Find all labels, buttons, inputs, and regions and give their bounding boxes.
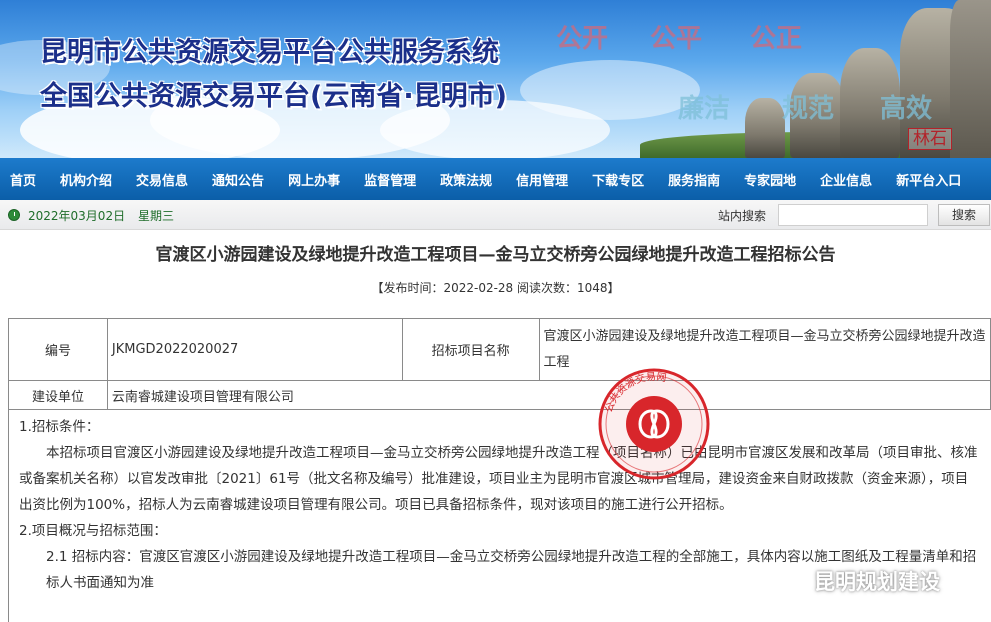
nav-item-notices[interactable]: 通知公告	[212, 170, 264, 189]
code-label: 编号	[8, 318, 108, 381]
search-label: 站内搜索	[718, 209, 767, 223]
nav-item-supervision[interactable]: 监督管理	[364, 170, 416, 189]
nav-item-credit[interactable]: 信用管理	[516, 170, 568, 189]
slogan-text: 公开	[556, 24, 609, 54]
slogan-text: 公平	[650, 24, 703, 54]
site-title: 昆明市公共资源交易平台公共服务系统	[40, 37, 499, 68]
date-search-bar: 2022年03月02日 星期三 站内搜索 搜索	[0, 200, 991, 230]
project-name-label: 招标项目名称	[401, 318, 540, 381]
article-body: 1.招标条件： 本招标项目官渡区小游园建设及绿地提升改造工程项目—金马立交桥旁公…	[8, 409, 991, 622]
nav-item-experts[interactable]: 专家园地	[744, 170, 796, 189]
nav-item-new-platform[interactable]: 新平台入口	[896, 170, 961, 189]
stone-forest-rock	[745, 98, 785, 158]
project-info-table: 编号 JKMGD2022020027 招标项目名称 官渡区小游园建设及绿地提升改…	[8, 318, 991, 410]
site-subtitle: 全国公共资源交易平台(云南省·昆明市)	[40, 81, 507, 112]
nav-item-guide[interactable]: 服务指南	[668, 170, 720, 189]
section1-heading: 1.招标条件：	[19, 419, 100, 435]
banner-cloud	[520, 60, 700, 120]
current-weekday: 星期三	[138, 209, 175, 223]
code-value: JKMGD2022020027	[106, 318, 403, 381]
unit-value: 云南睿城建设项目管理有限公司	[106, 380, 991, 410]
slogan-text: 高效	[880, 94, 933, 124]
section1-paragraph: 本招标项目官渡区小游园建设及绿地提升改造工程项目—金马立交桥旁公园绿地提升改造工…	[19, 445, 978, 513]
section2-heading: 2.项目概况与招标范围：	[19, 523, 167, 539]
slogan-text: 廉洁	[678, 94, 731, 124]
nav-item-about[interactable]: 机构介绍	[60, 170, 112, 189]
article-title: 官渡区小游园建设及绿地提升改造工程项目—金马立交桥旁公园绿地提升改造工程招标公告	[155, 245, 836, 265]
slogan-text: 规范	[782, 94, 835, 124]
unit-label: 建设单位	[8, 380, 108, 410]
search-input[interactable]	[778, 204, 928, 226]
nav-item-companies[interactable]: 企业信息	[820, 170, 872, 189]
header-banner: 昆明市公共资源交易平台公共服务系统 全国公共资源交易平台(云南省·昆明市) 公开…	[0, 0, 991, 158]
nav-item-online-service[interactable]: 网上办事	[288, 170, 340, 189]
table-row: 编号 JKMGD2022020027 招标项目名称 官渡区小游园建设及绿地提升改…	[8, 318, 991, 381]
stone-forest-rock	[950, 0, 991, 158]
nav-item-trade-info[interactable]: 交易信息	[136, 170, 188, 189]
publish-info: 【发布时间：2022-02-28 阅读次数：1048】	[371, 281, 620, 295]
table-row: 建设单位 云南睿城建设项目管理有限公司	[8, 380, 991, 410]
nav-item-downloads[interactable]: 下载专区	[592, 170, 644, 189]
slogan-text: 公正	[750, 24, 803, 54]
search-button[interactable]: 搜索	[938, 204, 990, 226]
main-nav: 首页 机构介绍 交易信息 通知公告 网上办事 监督管理 政策法规 信用管理 下载…	[0, 158, 991, 200]
nav-item-policy[interactable]: 政策法规	[440, 170, 492, 189]
clock-icon	[8, 209, 20, 221]
current-date: 2022年03月02日	[28, 209, 126, 223]
project-name-value: 官渡区小游园建设及绿地提升改造工程项目—金马立交桥旁公园绿地提升改造工程	[538, 318, 991, 381]
stone-forest-mark: 林石	[908, 128, 952, 150]
nav-item-home[interactable]: 首页	[10, 170, 36, 189]
section2-paragraph: 2.1 招标内容：官渡区官渡区小游园建设及绿地提升改造工程项目—金马立交桥旁公园…	[46, 549, 977, 591]
